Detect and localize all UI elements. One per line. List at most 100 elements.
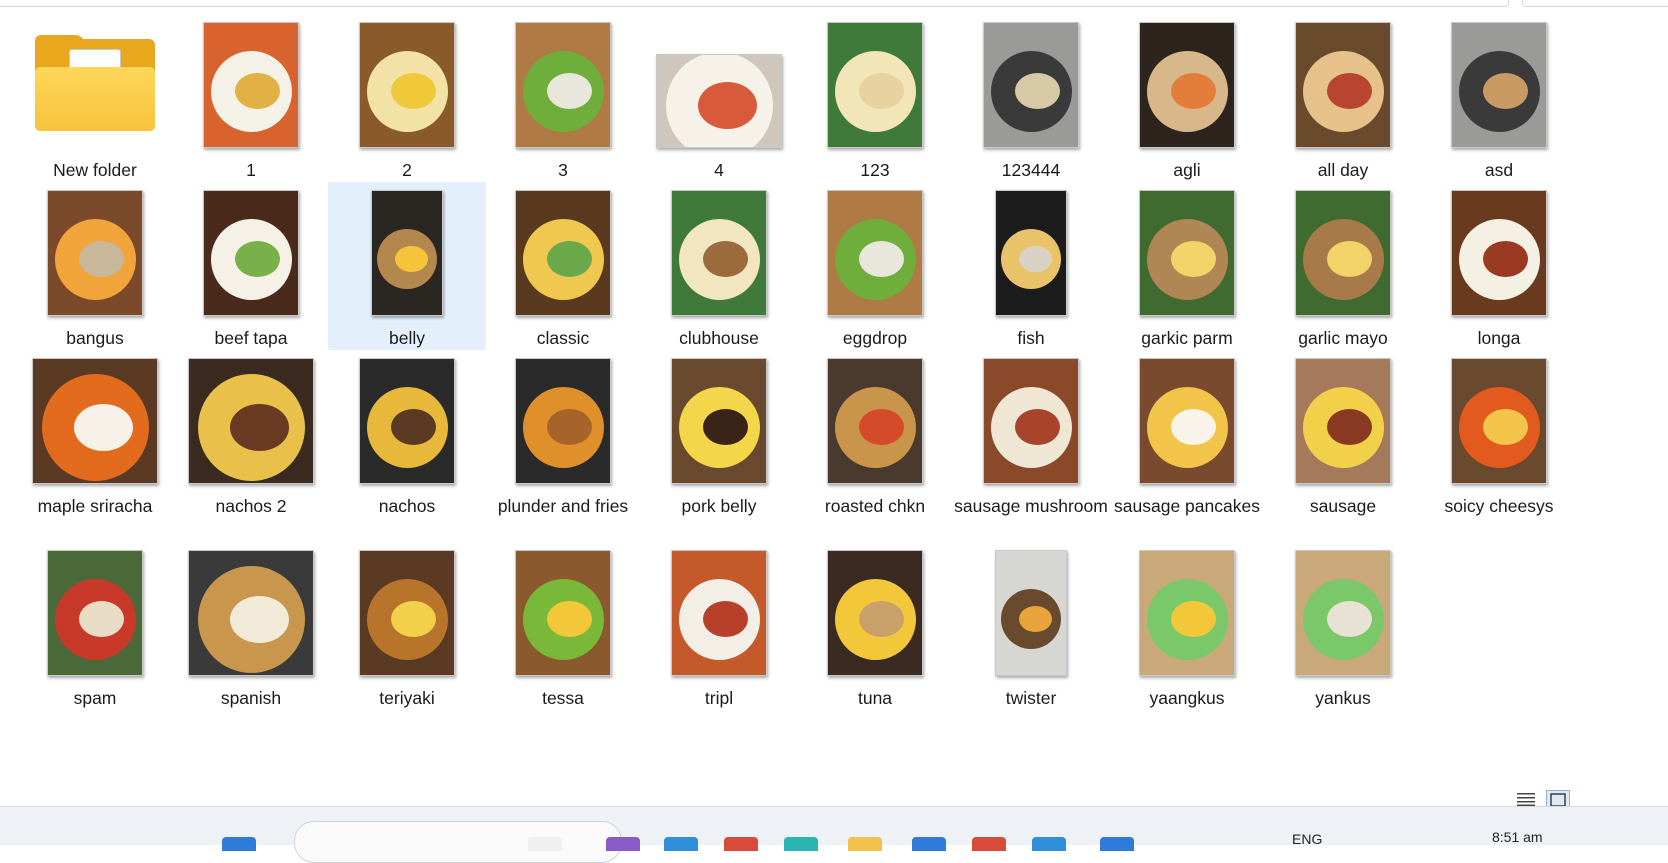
- file-item[interactable]: fish: [952, 182, 1110, 350]
- start-icon[interactable]: [222, 837, 256, 851]
- file-item[interactable]: teriyaki: [328, 542, 486, 710]
- file-item[interactable]: 2: [328, 14, 486, 182]
- search-icon[interactable]: [528, 837, 562, 851]
- file-name-label: 2: [402, 160, 412, 180]
- file-item[interactable]: bangus: [16, 182, 174, 350]
- file-name-label: roasted chkn: [824, 496, 926, 516]
- file-item[interactable]: nachos 2: [172, 350, 330, 518]
- thumbnail-area: [1108, 186, 1266, 320]
- file-item[interactable]: clubhouse: [640, 182, 798, 350]
- food-shape: [703, 409, 748, 445]
- file-grid: New folder 1 2 3 4 123 123444 agli all day asd ban…: [0, 0, 1668, 800]
- file-name-label: sausage pancakes: [1114, 496, 1260, 516]
- file-item[interactable]: garkic parm: [1108, 182, 1266, 350]
- file-item[interactable]: beef tapa: [172, 182, 330, 350]
- app-icon[interactable]: [784, 837, 818, 851]
- image-thumbnail: [47, 550, 143, 676]
- thumbnail-area: [172, 18, 330, 152]
- file-name-label: sausage mushroom: [954, 496, 1108, 516]
- file-item[interactable]: garlic mayo: [1264, 182, 1422, 350]
- thumbnail-area: [172, 546, 330, 680]
- app-icon[interactable]: [664, 837, 698, 851]
- image-thumbnail: [47, 190, 143, 316]
- file-item[interactable]: roasted chkn: [796, 350, 954, 518]
- food-shape: [1327, 241, 1372, 277]
- food-shape: [391, 73, 436, 109]
- file-item[interactable]: spanish: [172, 542, 330, 710]
- app-icon[interactable]: [606, 837, 640, 851]
- file-item[interactable]: soicy cheesys: [1420, 350, 1578, 518]
- food-shape: [395, 246, 428, 272]
- thumbnail-area: [328, 546, 486, 680]
- folder-item[interactable]: New folder: [16, 14, 174, 182]
- file-item[interactable]: 3: [484, 14, 642, 182]
- thumbnail-area: [640, 186, 798, 320]
- file-name-label: tessa: [542, 688, 584, 708]
- image-thumbnail: [359, 550, 455, 676]
- app-icon[interactable]: [1032, 837, 1066, 851]
- file-name-label: nachos 2: [215, 496, 287, 516]
- file-item[interactable]: sausage mushroom: [952, 350, 1110, 518]
- thumbnail-area: [16, 186, 174, 320]
- file-name-label: sausage: [1309, 496, 1377, 516]
- file-item[interactable]: twister: [952, 542, 1110, 710]
- file-item[interactable]: nachos: [328, 350, 486, 518]
- file-item[interactable]: tuna: [796, 542, 954, 710]
- file-item[interactable]: tessa: [484, 542, 642, 710]
- thumbnail-area: [796, 186, 954, 320]
- file-item[interactable]: agli: [1108, 14, 1266, 182]
- file-name-label: tuna: [857, 688, 893, 708]
- taskbar-search[interactable]: [294, 821, 622, 863]
- food-shape: [1019, 606, 1052, 632]
- app-icon[interactable]: [724, 837, 758, 851]
- image-thumbnail: [995, 190, 1067, 316]
- file-item[interactable]: 123444: [952, 14, 1110, 182]
- app-icon[interactable]: [848, 837, 882, 851]
- file-item[interactable]: 1: [172, 14, 330, 182]
- file-item[interactable]: maple sriracha: [16, 350, 174, 518]
- thumbnail-area: [640, 354, 798, 488]
- file-item[interactable]: yaangkus: [1108, 542, 1266, 710]
- language-indicator[interactable]: ENG: [1292, 831, 1322, 847]
- image-thumbnail: [1451, 358, 1547, 484]
- file-item[interactable]: sausage: [1264, 350, 1422, 518]
- thumbnail-area: [1264, 18, 1422, 152]
- file-name-label: fish: [1017, 328, 1045, 348]
- file-item[interactable]: pork belly: [640, 350, 798, 518]
- image-thumbnail: [1139, 358, 1235, 484]
- image-thumbnail: [359, 22, 455, 148]
- app-icon[interactable]: [972, 837, 1006, 851]
- file-item[interactable]: yankus: [1264, 542, 1422, 710]
- file-explorer-icon[interactable]: [912, 837, 946, 851]
- file-item[interactable]: classic: [484, 182, 642, 350]
- food-shape: [859, 73, 904, 109]
- file-item[interactable]: 123: [796, 14, 954, 182]
- file-item[interactable]: 4: [640, 14, 798, 182]
- file-item[interactable]: tripl: [640, 542, 798, 710]
- square-icon: [1550, 793, 1566, 807]
- app-icon[interactable]: [1100, 837, 1134, 851]
- food-shape: [703, 601, 748, 637]
- image-thumbnail: [1139, 550, 1235, 676]
- file-item[interactable]: spam: [16, 542, 174, 710]
- food-shape: [1171, 601, 1216, 637]
- image-thumbnail: [827, 358, 923, 484]
- thumbnail-area: [16, 18, 174, 152]
- file-item[interactable]: longa: [1420, 182, 1578, 350]
- image-thumbnail: [1451, 22, 1547, 148]
- file-item[interactable]: sausage pancakes: [1108, 350, 1266, 518]
- food-shape: [1171, 409, 1216, 445]
- food-shape: [859, 601, 904, 637]
- food-shape: [547, 73, 592, 109]
- file-item[interactable]: plunder and fries: [484, 350, 642, 518]
- thumbnail-area: [484, 18, 642, 152]
- image-thumbnail: [983, 22, 1079, 148]
- file-item[interactable]: eggdrop: [796, 182, 954, 350]
- file-item[interactable]: belly: [328, 182, 486, 350]
- clock[interactable]: 8:51 am: [1492, 829, 1543, 845]
- thumbnail-area: [1264, 546, 1422, 680]
- file-item[interactable]: asd: [1420, 14, 1578, 182]
- thumbnail-area: [1264, 186, 1422, 320]
- file-item[interactable]: all day: [1264, 14, 1422, 182]
- file-name-label: garlic mayo: [1298, 328, 1388, 348]
